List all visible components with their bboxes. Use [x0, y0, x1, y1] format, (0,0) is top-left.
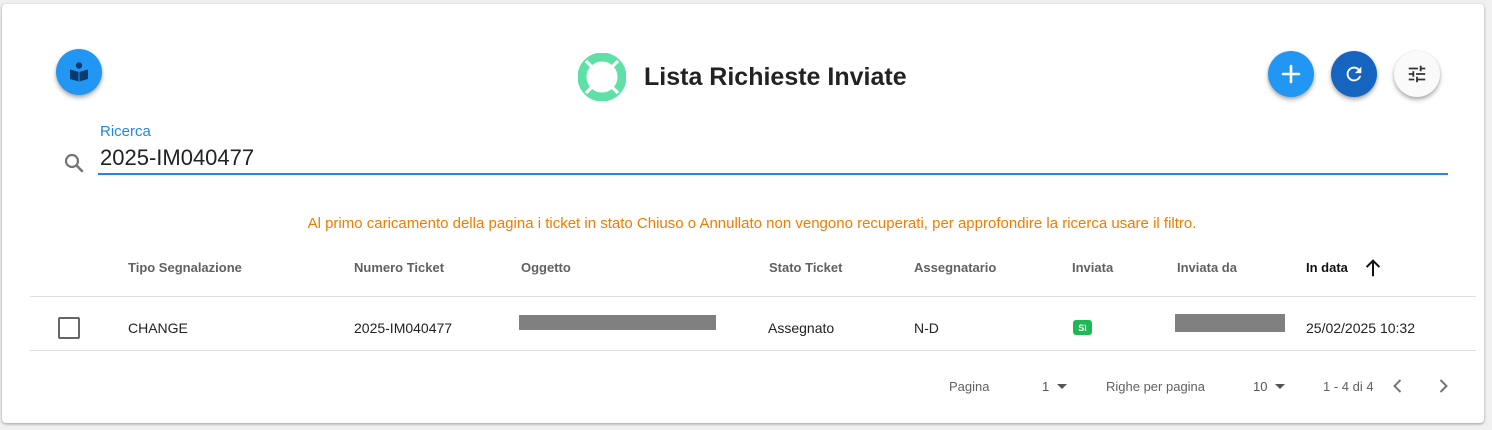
chevron-right-icon[interactable] — [1433, 376, 1453, 396]
row-divider — [30, 350, 1476, 351]
redacted-inviata-da — [1175, 314, 1285, 332]
search-icon — [64, 153, 84, 173]
header-divider — [30, 296, 1476, 297]
add-button[interactable] — [1268, 51, 1314, 97]
arrow-up-icon[interactable] — [1362, 257, 1384, 279]
redacted-oggetto — [519, 315, 716, 330]
page-select[interactable]: 1 — [1042, 379, 1068, 394]
column-header-tipo[interactable]: Tipo Segnalazione — [128, 260, 242, 275]
rows-per-page-value: 10 — [1253, 379, 1268, 394]
column-header-numero[interactable]: Numero Ticket — [354, 260, 444, 275]
page-title: Lista Richieste Inviate — [644, 62, 907, 91]
cell-tipo: CHANGE — [128, 320, 188, 336]
caret-down-icon — [1057, 384, 1068, 389]
inviata-badge: Sì — [1073, 320, 1092, 335]
search-label: Ricerca — [100, 123, 151, 140]
page-value: 1 — [1042, 379, 1050, 394]
column-header-stato[interactable]: Stato Ticket — [769, 260, 842, 275]
filter-button[interactable] — [1394, 51, 1440, 97]
column-header-inviata-da[interactable]: Inviata da — [1177, 260, 1237, 275]
lifebuoy-icon — [578, 53, 626, 101]
guide-button[interactable] — [56, 49, 102, 95]
column-header-oggetto[interactable]: Oggetto — [521, 260, 571, 275]
refresh-icon — [1346, 66, 1362, 82]
row-checkbox[interactable] — [58, 317, 80, 339]
tune-icon — [1408, 65, 1426, 83]
search-input[interactable] — [98, 142, 1448, 175]
column-header-assegnatario[interactable]: Assegnatario — [914, 260, 996, 275]
page-label: Pagina — [949, 379, 990, 394]
column-header-in-data[interactable]: In data — [1306, 260, 1348, 275]
page-range: 1 - 4 di 4 — [1323, 379, 1374, 394]
requests-card: Lista Richieste Inviate Ricerca Al primo… — [2, 4, 1484, 423]
column-header-inviata[interactable]: Inviata — [1072, 260, 1113, 275]
notice-text: Al primo caricamento della pagina i tick… — [307, 215, 1197, 232]
cell-assegnatario: N-D — [914, 320, 939, 336]
cell-in-data: 25/02/2025 10:32 — [1306, 320, 1415, 336]
rows-per-page-label: Righe per pagina — [1106, 379, 1206, 394]
plus-icon — [1281, 64, 1301, 84]
cell-numero: 2025-IM040477 — [354, 320, 453, 336]
book-reader-icon — [70, 62, 88, 82]
caret-down-icon — [1275, 384, 1286, 389]
cell-stato: Assegnato — [768, 320, 835, 336]
chevron-left-icon[interactable] — [1388, 376, 1408, 396]
rows-per-page-select[interactable]: 10 — [1253, 379, 1286, 394]
page-header: Lista Richieste Inviate — [578, 52, 907, 102]
refresh-button[interactable] — [1331, 51, 1377, 97]
